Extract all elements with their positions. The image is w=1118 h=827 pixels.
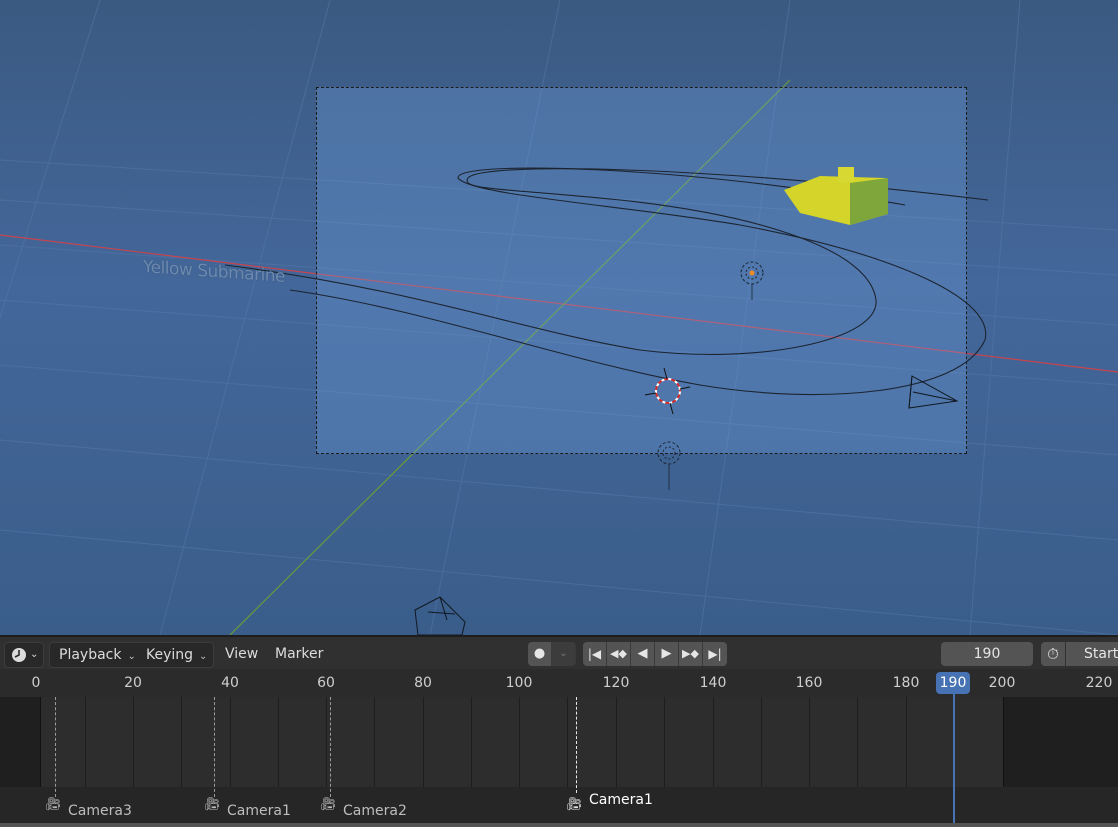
grid-line	[423, 697, 424, 787]
current-frame-field[interactable]: 190	[941, 642, 1033, 666]
grid-line	[278, 697, 279, 787]
marker-menu[interactable]: Marker	[275, 642, 323, 666]
view-menu[interactable]: View	[225, 642, 258, 666]
camera-object-icon[interactable]	[908, 375, 959, 409]
play-reverse-icon: ◀	[637, 646, 648, 661]
ruler-tick: 100	[505, 675, 533, 691]
grid-line	[906, 697, 907, 787]
chevron-down-icon: ⌄	[127, 651, 136, 662]
grid-line	[85, 697, 86, 787]
grid-line	[857, 697, 858, 787]
marker-line-selected	[576, 697, 577, 793]
grid-line	[374, 697, 375, 787]
grid-line	[471, 697, 472, 787]
jump-to-start-button[interactable]: |◀	[583, 642, 607, 666]
marker-label[interactable]: Camera3	[68, 803, 132, 819]
ruler-tick: 220	[1085, 675, 1113, 691]
clock-icon	[11, 643, 27, 667]
camera-marker-icon[interactable]: 🎥︎	[45, 797, 62, 812]
grid-line	[40, 697, 41, 787]
camera-marker-icon[interactable]: 🎥︎	[320, 797, 337, 812]
ruler-tick: 40	[221, 675, 239, 691]
grid-line	[761, 697, 762, 787]
jump-to-end-icon: ▶|	[708, 647, 722, 661]
marker-line	[330, 697, 331, 797]
start-frame-field[interactable]: Start	[1066, 642, 1118, 666]
stopwatch-icon[interactable]: ⏱	[1041, 642, 1065, 666]
play-button[interactable]: ▶	[655, 642, 679, 666]
submarine-object[interactable]	[784, 167, 888, 225]
ruler-tick: 0	[31, 675, 41, 691]
keying-menu[interactable]: Keying ⌄	[137, 643, 216, 667]
play-reverse-button[interactable]: ◀	[631, 642, 655, 666]
grid-line	[1099, 697, 1100, 787]
camera-marker-icon-selected[interactable]: 🎥︎	[566, 797, 583, 812]
jump-to-end-button[interactable]: ▶|	[703, 642, 727, 666]
grid-line	[133, 697, 134, 787]
ruler-tick: 20	[124, 675, 142, 691]
jump-to-prev-keyframe-icon: ◀◆	[610, 647, 627, 660]
camera-marker-icon[interactable]: 🎥︎	[204, 797, 221, 812]
scrollbar[interactable]	[0, 823, 1118, 827]
ruler-tick: 160	[795, 675, 823, 691]
grid-line	[326, 697, 327, 787]
chevron-down-icon: ⌄	[30, 649, 39, 660]
marker-label-selected[interactable]: Camera1	[589, 792, 653, 808]
playback-menu[interactable]: Playback ⌄	[50, 643, 145, 667]
camera-object-icon-2[interactable]	[414, 596, 466, 635]
ruler-tick: 200	[988, 675, 1016, 691]
grid-line	[616, 697, 617, 787]
marker-label[interactable]: Camera1	[227, 803, 291, 819]
keying-menu-label: Keying	[146, 647, 194, 663]
timeline-menu-group: Playback ⌄ Keying ⌄	[49, 642, 214, 668]
grid-line	[181, 697, 182, 787]
frame-range-area	[40, 697, 1003, 787]
3d-viewport[interactable]: Yellow Submarine	[0, 0, 1118, 635]
playhead[interactable]	[953, 694, 955, 827]
grid-line	[1003, 697, 1004, 787]
jump-to-start-icon: |◀	[587, 647, 602, 661]
ruler-tick: 180	[892, 675, 920, 691]
grid-line	[230, 697, 231, 787]
jump-to-next-keyframe-icon: ▶◆	[682, 647, 699, 660]
ruler-tick: 120	[602, 675, 630, 691]
play-icon: ▶	[661, 646, 672, 661]
ruler-tick: 80	[414, 675, 432, 691]
light-icon[interactable]	[740, 261, 764, 300]
ruler-tick: 140	[699, 675, 727, 691]
grid-line	[713, 697, 714, 787]
ruler-tick: 60	[317, 675, 335, 691]
timeline-header: ⌄ Playback ⌄ Keying ⌄ View Marker ● ⌄ |◀ ◀…	[0, 635, 1118, 669]
grid-line	[1051, 697, 1052, 787]
grid-line	[519, 697, 520, 787]
grid-line	[809, 697, 810, 787]
playhead-frame-badge[interactable]: 190	[936, 672, 970, 694]
timeline-track-area[interactable]	[0, 697, 1118, 787]
jump-to-prev-keyframe-button[interactable]: ◀◆	[607, 642, 631, 666]
auto-keying-record-button[interactable]: ●	[528, 642, 552, 666]
viewport-overlay	[224, 167, 989, 635]
grid-line	[664, 697, 665, 787]
marker-row[interactable]	[0, 787, 1118, 823]
jump-to-next-keyframe-button[interactable]: ▶◆	[679, 642, 703, 666]
marker-line	[55, 697, 56, 797]
auto-keying-options-button[interactable]: ⌄	[552, 642, 576, 666]
marker-label[interactable]: Camera2	[343, 803, 407, 819]
chevron-down-icon: ⌄	[199, 651, 208, 662]
marker-line	[214, 697, 215, 797]
empty-object-icon[interactable]	[657, 441, 681, 490]
record-dot-icon: ●	[533, 646, 546, 661]
grid-line	[567, 697, 568, 787]
editor-type-selector[interactable]: ⌄	[4, 642, 44, 668]
chevron-down-icon: ⌄	[559, 648, 568, 659]
playback-menu-label: Playback	[59, 647, 122, 663]
